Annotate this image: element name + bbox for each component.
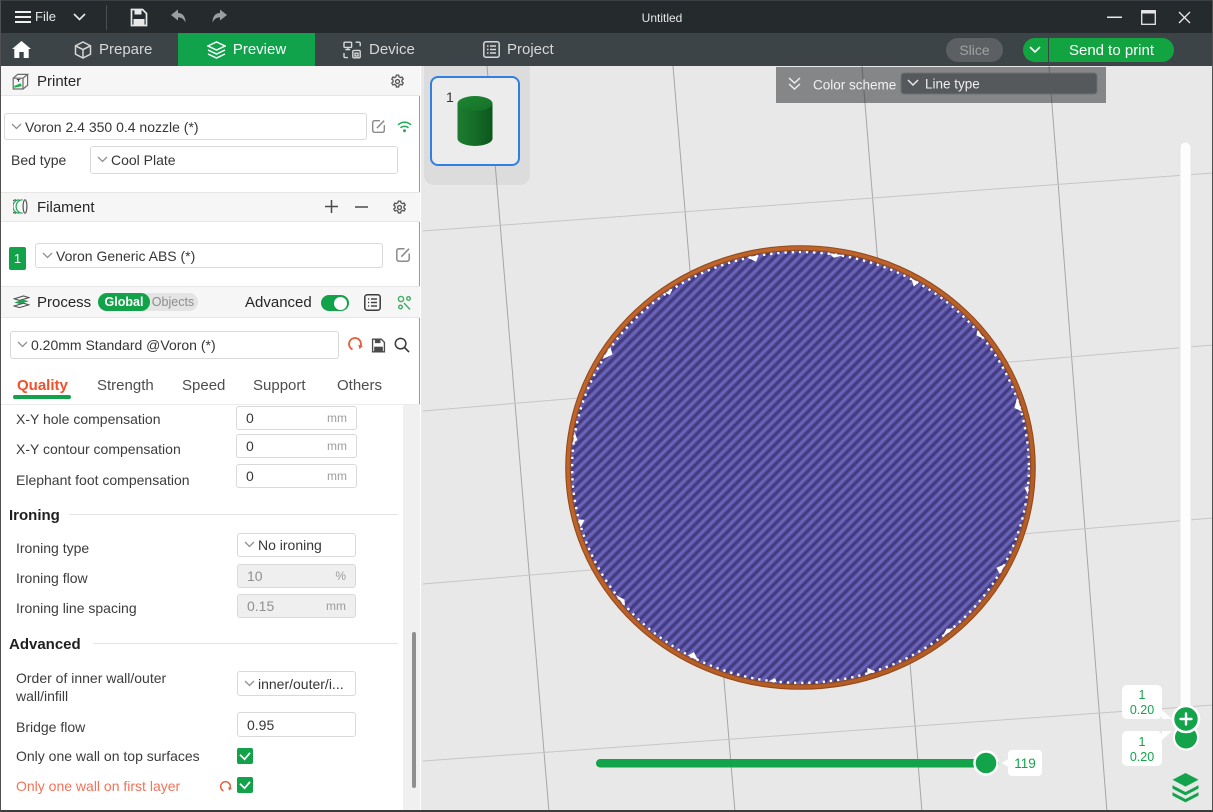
svg-text:0.20: 0.20 [1130,750,1154,764]
svg-text:1: 1 [1139,688,1146,702]
svg-text:Line type: Line type [925,77,980,92]
svg-text:1: 1 [1139,735,1146,749]
svg-text:0.20: 0.20 [1130,703,1154,717]
svg-text:119: 119 [1014,756,1036,771]
svg-text:Color scheme: Color scheme [813,78,896,93]
